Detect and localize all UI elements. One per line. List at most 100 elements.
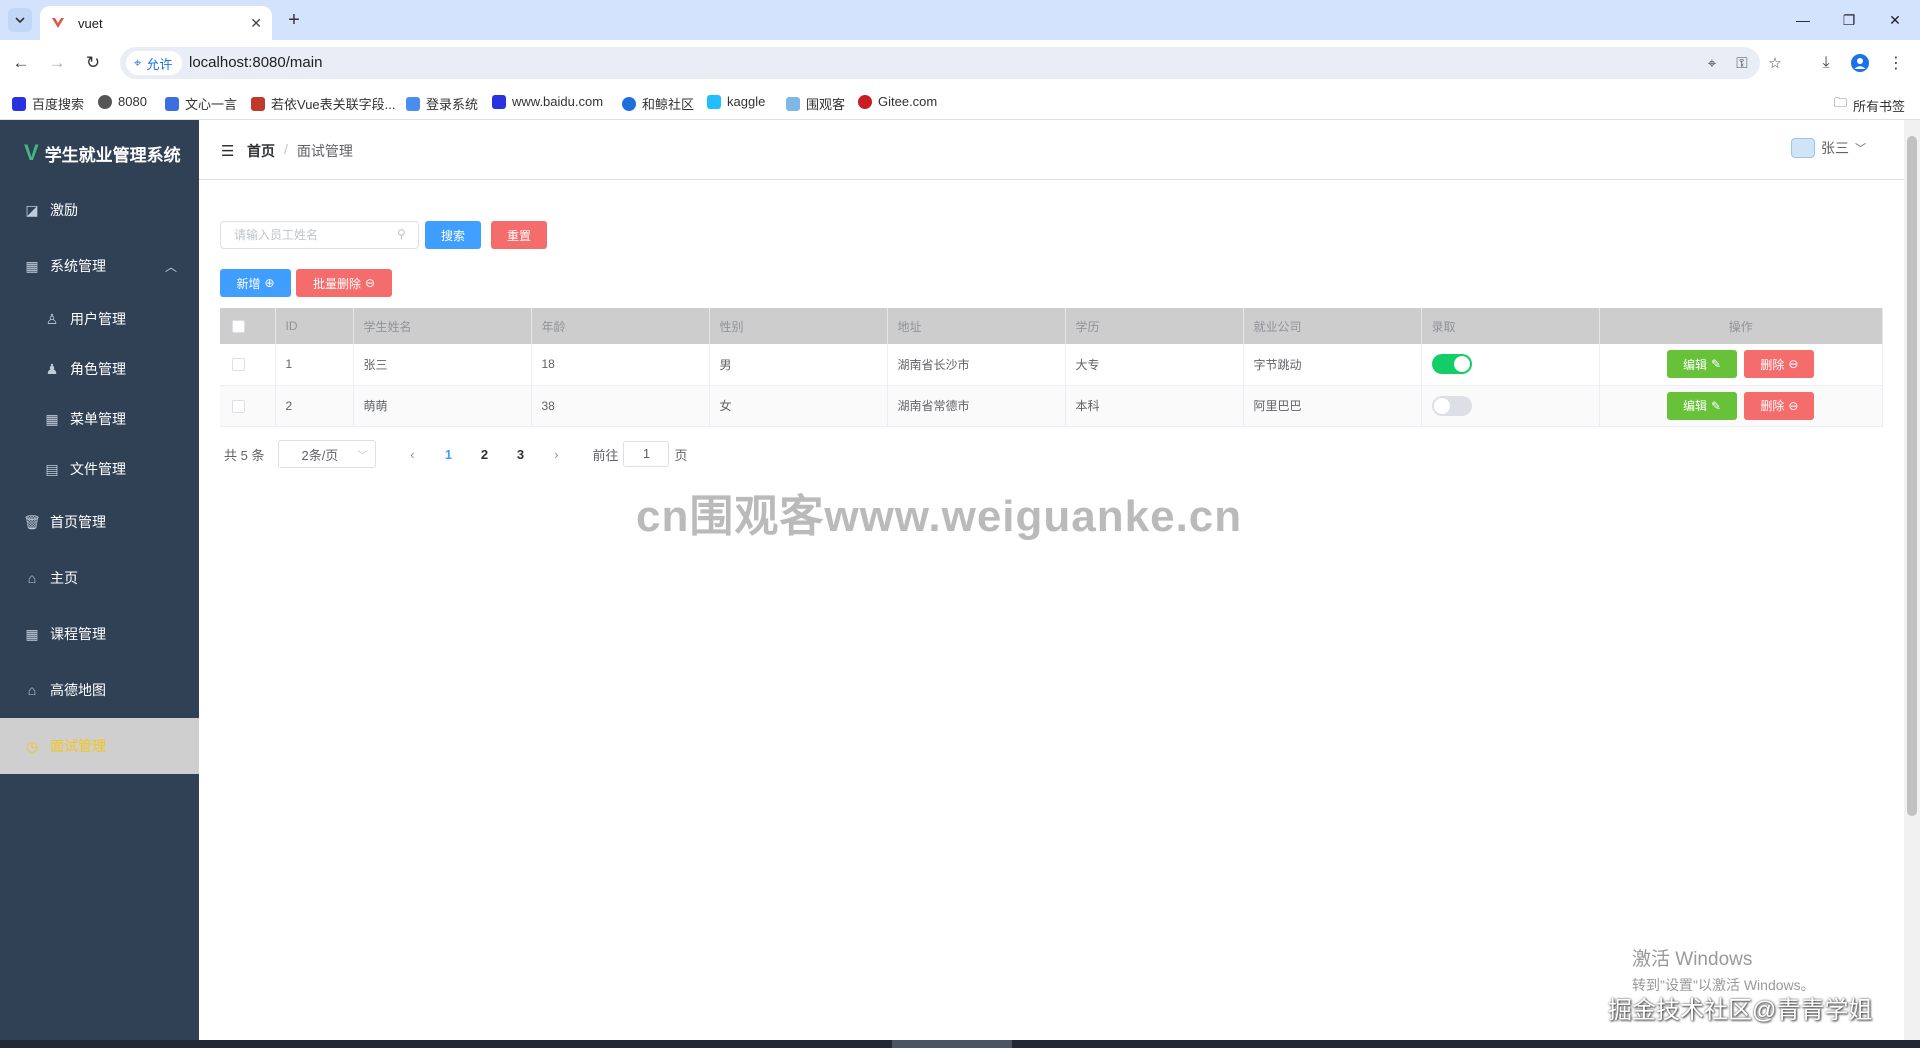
sidebar-item-label: 面试管理 (50, 738, 106, 754)
sidebar-item-courses[interactable]: ▦ 课程管理 (0, 606, 199, 662)
vue-logo-icon: V (24, 140, 39, 165)
restore-button[interactable]: ❐ (1826, 0, 1872, 40)
column-header[interactable]: 就业公司 (1243, 308, 1422, 344)
edit-button[interactable]: 编辑 ✎ (1667, 391, 1738, 420)
search-button[interactable]: 搜索 (425, 221, 481, 249)
scrollbar-thumb[interactable] (1907, 136, 1917, 816)
admitted-switch[interactable] (1431, 354, 1472, 375)
column-header[interactable]: ID (275, 308, 354, 344)
add-button[interactable]: 新增 ⊕ (220, 269, 291, 297)
edit-label: 编辑 (1683, 399, 1708, 413)
reload-icon[interactable]: ↻ (80, 50, 106, 76)
forward-icon[interactable]: → (44, 50, 70, 76)
chevron-down-icon: ﹀ (1855, 143, 1866, 155)
bookmark-label: 8080 (118, 94, 147, 109)
close-window-button[interactable]: ✕ (1872, 0, 1918, 40)
page-size-select[interactable]: 2条/页 ﹀ (278, 440, 377, 468)
column-header[interactable]: 地址 (887, 308, 1066, 344)
bookmark-item[interactable]: 和鲸社区 (622, 94, 694, 113)
bookmark-item[interactable]: 8080 (98, 94, 147, 109)
bookmark-label: 若依Vue表关联字段... (271, 97, 396, 112)
column-header[interactable]: 学生姓名 (353, 308, 532, 344)
prev-page-icon[interactable]: ‹ (394, 447, 430, 462)
sidebar-item-home[interactable]: ⌂ 主页 (0, 550, 199, 606)
next-page-icon[interactable]: › (538, 447, 574, 462)
cell-education: 大专 (1065, 344, 1244, 386)
cell-address: 湖南省常德市 (887, 385, 1066, 427)
hamburger-icon[interactable]: ☰ (221, 142, 234, 160)
chevron-up-icon: ︿ (164, 259, 177, 274)
star-icon[interactable]: ☆ (1765, 53, 1785, 73)
reset-button[interactable]: 重置 (491, 221, 547, 249)
cell-company: 字节跳动 (1243, 344, 1422, 386)
edit-button[interactable]: 编辑 ✎ (1667, 350, 1738, 379)
sidebar-item-menus[interactable]: ▦ 菜单管理 (0, 394, 199, 444)
new-tab-button[interactable]: + (282, 8, 306, 32)
bookmarks-bar: 百度搜索 8080 文心一言 若依Vue表关联字段... 登录系统 www.ba… (0, 86, 1920, 120)
select-all-checkbox[interactable] (232, 320, 245, 334)
location-icon[interactable]: ⌖ (1702, 53, 1722, 73)
tab-close-icon[interactable]: ✕ (250, 15, 262, 32)
page-number[interactable]: 1 (430, 447, 466, 462)
breadcrumb-home[interactable]: 首页 (247, 141, 275, 161)
row-checkbox[interactable] (232, 358, 245, 372)
all-bookmarks-label: 所有书签 (1853, 98, 1906, 114)
omnibox[interactable]: ⌖ 允许 localhost:8080/main ⌖ ⚿ ☆ (120, 47, 1782, 79)
sidebar-item-label: 文件管理 (70, 461, 126, 477)
sidebar-item-homepage-mgmt[interactable]: 🗑 首页管理 (0, 494, 199, 550)
sidebar-item-roles[interactable]: ♟ 角色管理 (0, 344, 199, 394)
bookmark-item[interactable]: www.baidu.com (492, 94, 603, 109)
bookmark-item[interactable]: 文心一言 (165, 94, 237, 113)
logo-title: 学生就业管理系统 (44, 145, 181, 165)
bookmark-item[interactable]: kaggle (707, 94, 765, 109)
home-icon: ⌂ (27, 682, 37, 698)
site-permission-chip[interactable]: ⌖ 允许 (126, 51, 183, 75)
activate-title: 激活 Windows (1632, 949, 1753, 970)
bookmark-item[interactable]: 围观客 (786, 94, 845, 113)
logo: V 学生就业管理系统 (24, 140, 181, 166)
bookmark-item[interactable]: 百度搜索 (12, 94, 84, 113)
row-checkbox[interactable] (232, 399, 245, 413)
tab-search-button[interactable] (8, 8, 32, 32)
column-header[interactable]: 录取 (1421, 308, 1600, 344)
cell-gender: 男 (709, 344, 888, 386)
browser-tab[interactable]: vuet ✕ (40, 6, 272, 40)
admitted-switch[interactable] (1431, 395, 1472, 416)
bookmark-item[interactable]: 登录系统 (406, 94, 478, 113)
more-menu-icon[interactable]: ⋮ (1884, 51, 1908, 75)
cell-name: 张三 (353, 344, 532, 386)
download-icon[interactable]: ⤓ (1814, 51, 1838, 75)
cell-id: 1 (275, 344, 354, 386)
bookmark-label: 文心一言 (185, 97, 238, 112)
column-header[interactable]: 性别 (709, 308, 888, 344)
sidebar-item-system[interactable]: ▦ 系统管理 ︿ (0, 238, 199, 294)
profile-icon[interactable] (1848, 51, 1872, 75)
user-dropdown[interactable]: 张三 ﹀ (1791, 138, 1866, 158)
sidebar-item-interview[interactable]: ◷ 面试管理 (0, 718, 199, 774)
page-number[interactable]: 3 (502, 447, 538, 462)
column-header[interactable]: 学历 (1065, 308, 1244, 344)
key-icon[interactable]: ⚿ (1732, 53, 1752, 73)
bookmark-item[interactable]: Gitee.com (858, 94, 937, 109)
column-header[interactable]: 年龄 (531, 308, 710, 344)
cell-actions: 编辑 ✎ 删除 ⊖ (1599, 344, 1883, 386)
all-bookmarks[interactable]: 🗀 所有书签 (1834, 94, 1905, 116)
delete-button[interactable]: 删除 ⊖ (1744, 391, 1815, 420)
minimize-button[interactable]: — (1780, 0, 1826, 40)
sidebar-item-amap[interactable]: ⌂ 高德地图 (0, 662, 199, 718)
page-scrollbar[interactable] (1904, 120, 1920, 1040)
search-input[interactable] (220, 221, 419, 249)
bookmark-item[interactable]: 若依Vue表关联字段... (251, 94, 395, 113)
page-number[interactable]: 2 (466, 447, 502, 462)
pagination: 共 5 条 2条/页 ﹀ ‹ 1 2 3 › 前往 1 页 (224, 440, 688, 468)
url-text[interactable]: localhost:8080/main (189, 54, 322, 71)
goto-page-input[interactable]: 1 (623, 441, 670, 467)
chevron-down-icon (15, 17, 25, 24)
sidebar-item-users[interactable]: ♙ 用户管理 (0, 294, 199, 344)
sidebar-item-incentive[interactable]: ◪ 激励 (0, 182, 199, 238)
sidebar-item-files[interactable]: ▤ 文件管理 (0, 444, 199, 494)
batch-delete-button[interactable]: 批量删除 ⊖ (296, 269, 392, 297)
delete-button[interactable]: 删除 ⊖ (1744, 350, 1815, 379)
back-icon[interactable]: ← (8, 50, 34, 76)
pagination-total: 共 5 条 (224, 447, 265, 463)
